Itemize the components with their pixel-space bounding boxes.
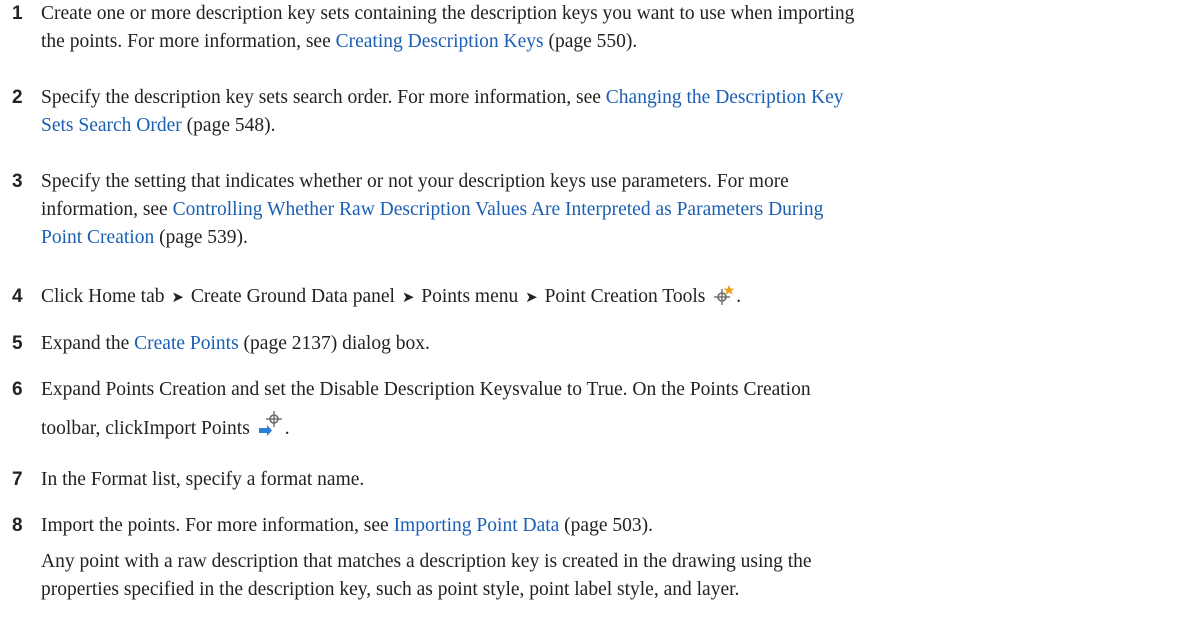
step-text: the points. For more information, see: [41, 31, 336, 52]
step-number: 5: [12, 333, 23, 354]
link-controlling-raw-descriptions-cont[interactable]: Point Creation: [41, 227, 154, 248]
step-number: 2: [12, 87, 23, 108]
step-text: dialog box.: [337, 333, 430, 354]
menu-path-panel: Create Ground Data panel: [190, 286, 395, 307]
menu-path-menu: Points menu: [421, 286, 519, 307]
link-creating-description-keys[interactable]: Creating Description Keys: [336, 31, 544, 52]
step-number: 3: [12, 171, 23, 192]
path-separator-icon: ➤: [171, 290, 184, 306]
step-number: 4: [12, 286, 23, 307]
step-text: Expand Points Creation and set the Disab…: [41, 379, 811, 400]
link-changing-search-order[interactable]: Changing the Description Key: [606, 87, 844, 108]
link-controlling-raw-descriptions[interactable]: Controlling Whether Raw Description Valu…: [173, 199, 824, 220]
step-number: 7: [12, 469, 23, 490]
menu-path-home: Click Home tab: [41, 286, 165, 307]
import-points-icon: [257, 410, 285, 447]
page-reference: (page 2137): [238, 333, 338, 354]
step-text: Import the points. For more information,…: [41, 515, 394, 536]
step-end: .: [284, 418, 290, 439]
step-number: 1: [12, 3, 23, 24]
step-note: Any point with a raw description that ma…: [41, 551, 812, 572]
step-text: information, see: [41, 199, 173, 220]
step-text: Specify the setting that indicates wheth…: [41, 171, 789, 192]
path-separator-icon: ➤: [525, 290, 538, 306]
menu-path-tool: Point Creation Tools: [544, 286, 706, 307]
step-text: Expand the: [41, 333, 135, 354]
path-separator-icon: ➤: [401, 290, 415, 306]
step-end: .: [736, 286, 742, 307]
step-number: 8: [12, 515, 23, 536]
procedure-steps: 1 Create one or more description key set…: [0, 0, 1199, 632]
link-importing-point-data[interactable]: Importing Point Data: [394, 515, 560, 536]
step-number: 6: [12, 379, 23, 400]
link-changing-search-order-cont[interactable]: Sets Search Order: [41, 115, 182, 136]
page-reference: (page 548).: [181, 115, 276, 136]
page-reference: (page 539).: [154, 227, 248, 248]
step-text: In the Format list, specify a format nam…: [41, 469, 365, 490]
page-reference: (page 550).: [543, 31, 638, 52]
step-text: Create one or more description key sets …: [41, 3, 855, 24]
step-text: Specify the description key sets search …: [41, 87, 606, 108]
page-reference: (page 503).: [559, 515, 653, 536]
point-creation-tools-icon: [712, 284, 736, 317]
step-note: properties specified in the description …: [41, 579, 740, 600]
link-create-points[interactable]: Create Points: [134, 333, 239, 354]
step-text: toolbar, clickImport Points: [41, 418, 250, 439]
